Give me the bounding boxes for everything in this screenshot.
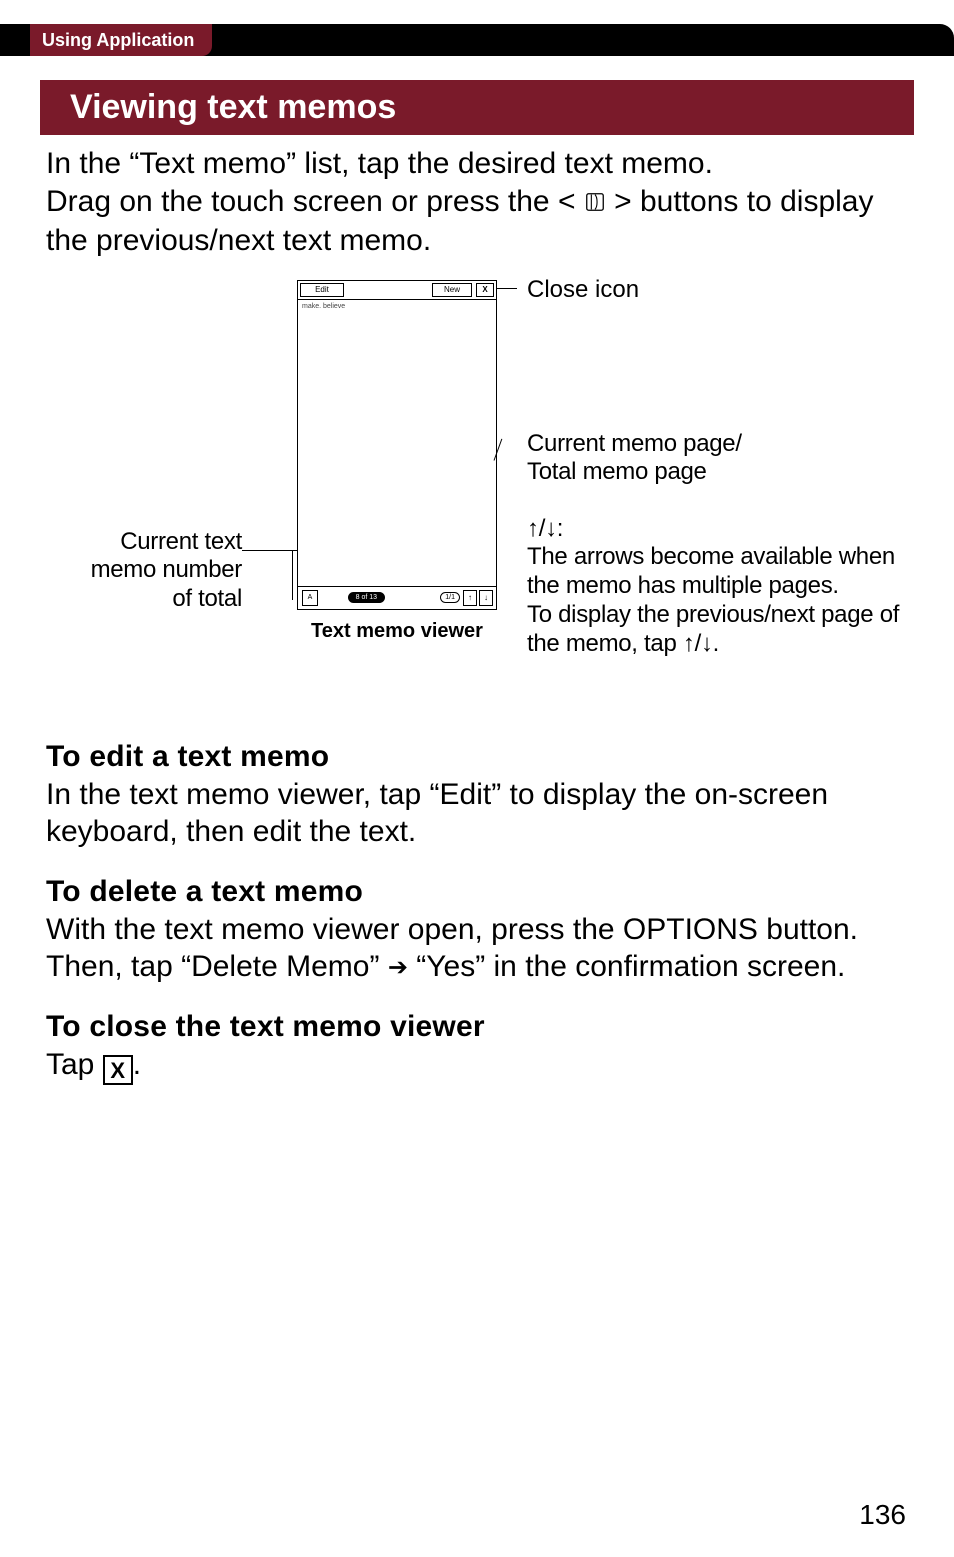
arrows-body-1: The arrows become available when the mem… <box>527 543 895 599</box>
top-bar: Using Application <box>0 24 954 56</box>
page-down-button[interactable]: ↓ <box>479 590 493 606</box>
page-indicator: 1/1 <box>440 592 460 603</box>
viewer-footer: A 8 of 13 1/1 ↑ ↓ <box>298 586 496 609</box>
memo-counter: 8 of 13 <box>348 592 385 603</box>
viewer-header: Edit New X <box>298 281 496 300</box>
header-spacer <box>346 281 430 299</box>
close-body-b: . <box>133 1048 141 1081</box>
page-content: Viewing text memos In the “Text memo” li… <box>40 80 914 1085</box>
close-icon-label: Close icon <box>527 276 639 305</box>
close-body-a: Tap <box>46 1048 103 1081</box>
text-memo-viewer-mock: Edit New X make. believe A 8 of 13 1/1 ↑… <box>297 280 497 610</box>
delete-body: With the text memo viewer open, press th… <box>46 911 908 986</box>
leader-line <box>497 288 517 289</box>
close-heading: To close the text memo viewer <box>46 1010 908 1044</box>
delete-heading: To delete a text memo <box>46 875 908 909</box>
intro-text: In the “Text memo” list, tap the desired… <box>46 145 908 260</box>
arrows-label: ↑/↓: The arrows become available when th… <box>527 515 907 659</box>
arrows-body-2b: . <box>713 630 719 657</box>
current-text-memo-number-label: Current textmemo numberof total <box>52 528 242 614</box>
section-tab: Using Application <box>30 24 212 56</box>
manual-page: Using Application Viewing text memos In … <box>0 0 954 1557</box>
edit-body: In the text memo viewer, tap “Edit” to d… <box>46 776 908 851</box>
close-body: Tap X. <box>46 1046 908 1086</box>
section-tab-label: Using Application <box>42 30 194 51</box>
arrow-right-icon: ➔ <box>388 954 408 981</box>
current-memo-page-label: Current memo page/Total memo page <box>527 430 887 488</box>
close-button[interactable]: X <box>476 283 494 297</box>
delete-body-b: “Yes” in the confirmation screen. <box>408 950 845 983</box>
viewer-caption: Text memo viewer <box>297 620 497 643</box>
leader-line <box>292 550 293 600</box>
intro-line-2a: Drag on the touch screen or press the < <box>46 185 584 218</box>
edit-heading: To edit a text memo <box>46 740 908 774</box>
intro-line-1: In the “Text memo” list, tap the desired… <box>46 147 713 180</box>
leader-line <box>242 550 297 551</box>
section-heading: Viewing text memos <box>40 80 914 135</box>
new-button[interactable]: New <box>432 283 472 297</box>
diagram: Edit New X make. believe A 8 of 13 1/1 ↑… <box>42 280 912 710</box>
page-up-button[interactable]: ↑ <box>463 590 477 606</box>
edit-button[interactable]: Edit <box>300 283 344 297</box>
page-number: 136 <box>859 1499 906 1531</box>
text-size-button[interactable]: A <box>302 590 318 606</box>
close-x-icon: X <box>103 1055 133 1085</box>
viewer-body-text: make. believe <box>298 300 496 313</box>
page-turn-icon <box>584 185 606 223</box>
